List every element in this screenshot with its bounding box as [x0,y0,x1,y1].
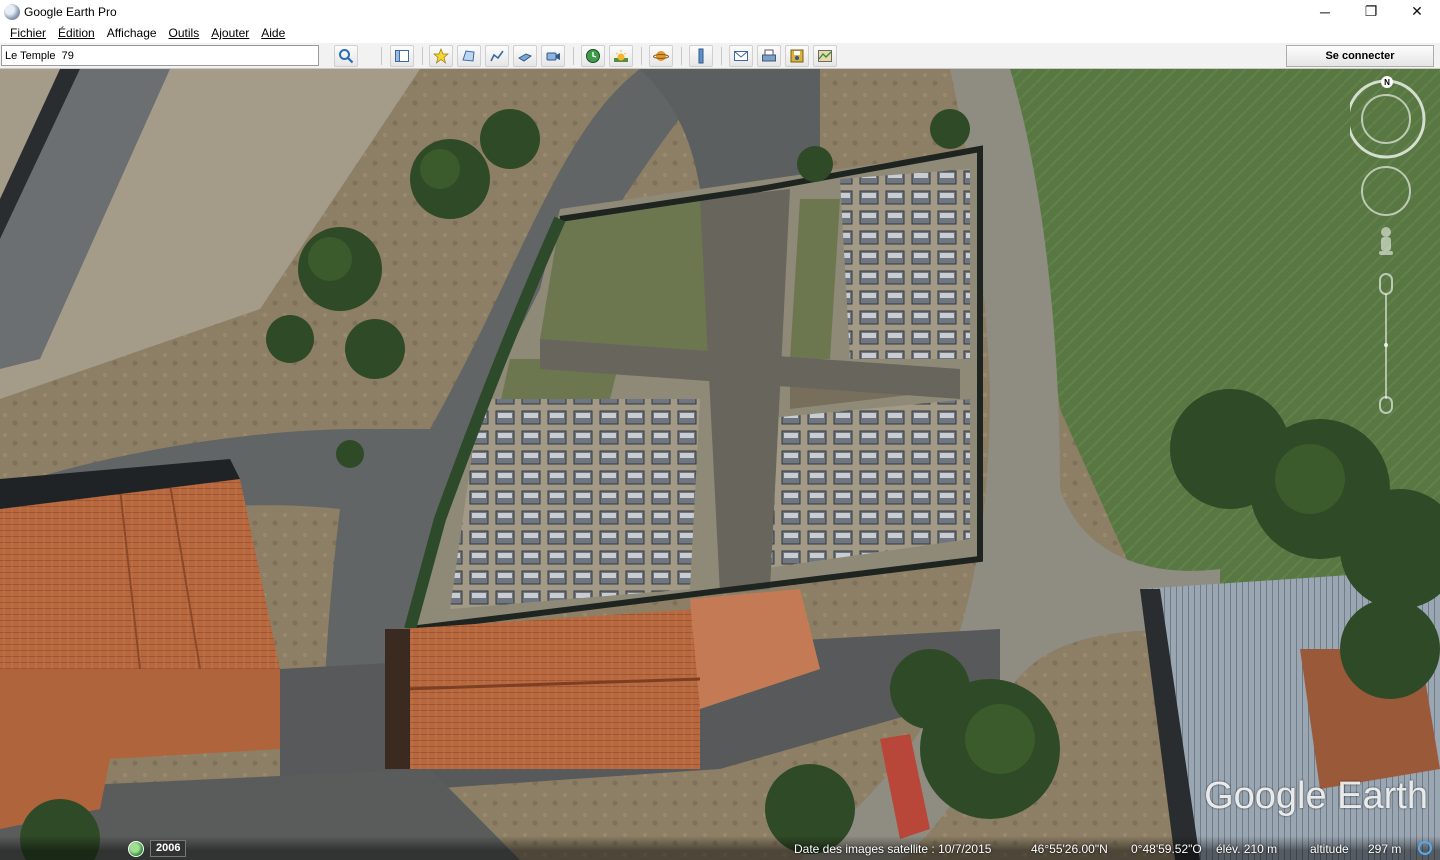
planets-icon [653,51,669,61]
menu-ajouter-label: Ajouter [211,26,250,40]
window-controls: ─ ❐ ✕ [1302,0,1440,23]
menu-aide[interactable]: Aide [255,26,291,40]
view-in-google-maps-button[interactable] [813,45,837,67]
email-button[interactable] [729,45,753,67]
sidebar-toggle-button[interactable] [390,45,414,67]
restore-button[interactable]: ❐ [1348,0,1394,23]
polygon-icon [462,50,475,62]
menu-bar: Fichier Édition Affichage Outils Ajouter… [0,23,1440,43]
menu-edition-label: Édition [58,26,95,40]
path-icon [490,50,504,62]
street-view-pegman-icon[interactable] [1379,227,1393,255]
altitude-label: altitude [1310,842,1349,856]
toolbar-separator [422,47,423,65]
menu-affichage-label: Affichage [106,26,157,40]
email-icon [734,51,748,61]
save-image-icon [790,49,804,63]
view-in-maps-icon [818,50,832,62]
status-bar: 2006 Date des images satellite : 10/7/20… [0,836,1440,860]
sunlight-icon [614,50,628,62]
satellite-imagery [0,69,1440,860]
toolbar-separator [381,47,382,65]
print-button[interactable] [757,45,781,67]
altitude-readout: 297 m [1368,842,1402,856]
toolbar: Se connecter [0,43,1440,69]
move-joystick[interactable] [1361,166,1411,216]
search-input[interactable] [1,45,319,66]
sign-in-button[interactable]: Se connecter [1286,45,1434,67]
historical-imagery-icon [586,49,600,63]
map-viewport[interactable]: N Google Earth 2006 Date des images sate… [0,69,1440,860]
historical-imagery-icon[interactable] [128,841,144,857]
window-title: Google Earth Pro [24,4,117,19]
streaming-status-icon [1418,841,1432,855]
sidebar-toggle-icon [395,50,409,62]
sunlight-button[interactable] [609,45,633,67]
imagery-year-badge[interactable]: 2006 [150,840,187,857]
close-button[interactable]: ✕ [1394,0,1440,23]
menu-ajouter[interactable]: Ajouter [205,26,255,40]
switch-planets-button[interactable] [649,45,673,67]
menu-aide-label: Aide [261,26,286,40]
toolbar-separator [681,47,682,65]
ruler-button[interactable] [689,45,713,67]
save-image-button[interactable] [785,45,809,67]
menu-fichier[interactable]: Fichier [4,26,52,40]
menu-fichier-label: Fichier [10,26,47,40]
menu-outils[interactable]: Outils [163,26,206,40]
toolbar-separator [721,47,722,65]
record-tour-icon [546,52,560,61]
print-icon [762,49,776,62]
image-overlay-icon [518,53,533,62]
toolbar-separator [641,47,642,65]
search-button[interactable] [334,45,358,67]
add-image-overlay-button[interactable] [513,45,537,67]
look-joystick[interactable] [1350,79,1426,159]
google-earth-app-icon [4,3,20,20]
add-path-button[interactable] [485,45,509,67]
google-earth-watermark: Google Earth [1204,775,1428,817]
zoom-slider[interactable] [1379,273,1393,414]
toolbar-separator [573,47,574,65]
minimize-button[interactable]: ─ [1302,0,1348,23]
nav-graphics [1350,79,1426,414]
compass-north-indicator[interactable]: N [1381,76,1393,88]
add-polygon-button[interactable] [457,45,481,67]
menu-affichage[interactable]: Affichage [101,26,163,40]
navigation-controls: N [1350,69,1440,429]
latitude-readout: 46°55'26.00"N [1031,842,1108,856]
ruler-icon [698,48,704,64]
elevation-readout: élév. 210 m [1216,842,1278,856]
historical-imagery-button[interactable] [581,45,605,67]
menu-edition[interactable]: Édition [52,26,101,40]
imagery-date: Date des images satellite : 10/7/2015 [794,842,992,856]
menu-outils-label: Outils [168,26,200,40]
record-tour-button[interactable] [541,45,565,67]
search-icon [339,49,354,64]
placemark-icon [433,48,449,64]
longitude-readout: 0°48'59.52"O [1131,842,1202,856]
add-placemark-button[interactable] [429,45,453,67]
title-bar: Google Earth Pro ─ ❐ ✕ [0,0,1440,23]
